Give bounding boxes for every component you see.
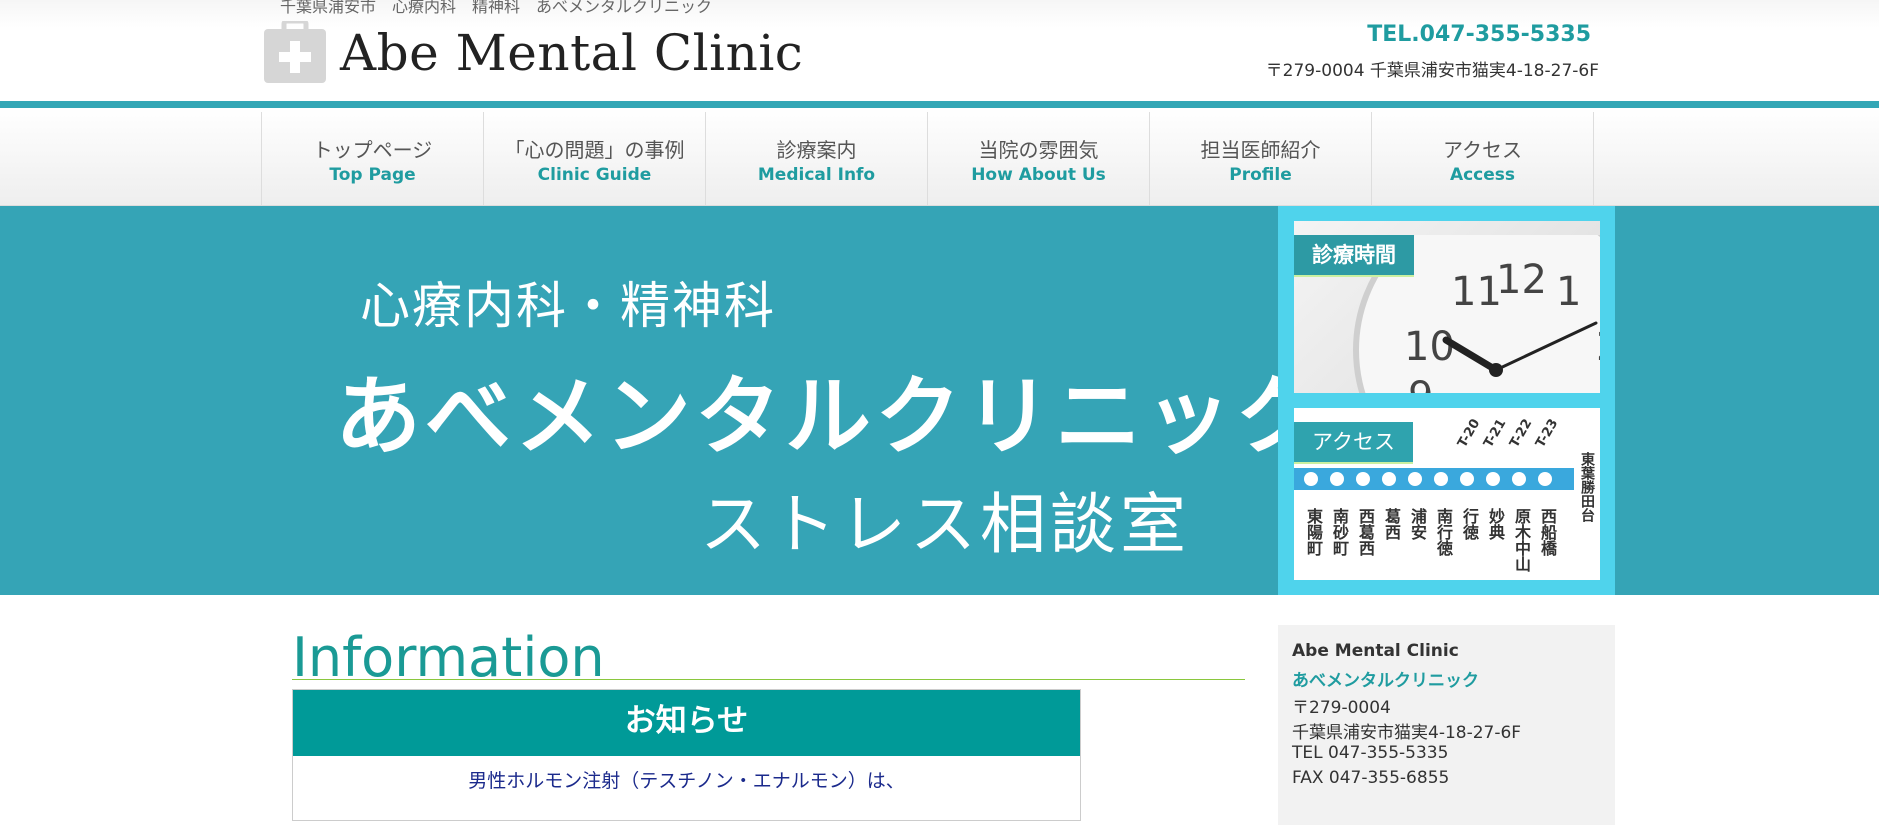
access-banner[interactable]: アクセス 東陽町 南砂町 西葛西 葛西 浦安 南行徳 行徳 妙典 原木中山 西船… [1294, 408, 1600, 580]
station-name: 西葛西 [1356, 508, 1375, 556]
svg-text:2: 2 [1596, 324, 1600, 370]
svg-text:12: 12 [1496, 257, 1547, 303]
nav-label-jp: 担当医師紹介 [1200, 138, 1321, 162]
header-divider [0, 101, 1879, 108]
nav-label-jp: トップページ [312, 138, 433, 162]
station-dot [1512, 472, 1526, 486]
medical-cross-icon [264, 21, 326, 83]
clinic-info-sidebar: Abe Mental Clinic あべメンタルクリニック 〒279-0004 … [1278, 625, 1615, 825]
notice-heading: お知らせ [293, 690, 1080, 756]
main-nav: トップページ Top Page 「心の問題」の事例 Clinic Guide 診… [0, 108, 1879, 206]
nav-label-jp: 当院の雰囲気 [978, 138, 1099, 162]
nav-label-en: Clinic Guide [537, 165, 652, 185]
station-name: 原木中山 [1512, 508, 1531, 572]
nav-item-how-about-us[interactable]: 当院の雰囲気 How About Us [928, 112, 1150, 205]
station-dot [1486, 472, 1500, 486]
station-dot [1434, 472, 1448, 486]
hours-label: 診療時間 [1294, 235, 1414, 277]
svg-text:1: 1 [1556, 269, 1581, 315]
nav-item-clinic-guide[interactable]: 「心の問題」の事例 Clinic Guide [484, 112, 706, 205]
nav-item-profile[interactable]: 担当医師紹介 Profile [1150, 112, 1372, 205]
station-name: 南砂町 [1330, 508, 1349, 556]
nav-item-medical-info[interactable]: 診療案内 Medical Info [706, 112, 928, 205]
site-logo[interactable]: Abe Mental Clinic [340, 24, 803, 82]
nav-label-en: Access [1449, 165, 1516, 185]
nav-item-top[interactable]: トップページ Top Page [262, 112, 484, 205]
station-name: 東陽町 [1304, 508, 1323, 556]
station-code: T-20 [1455, 416, 1484, 451]
hero-title: あべメンタルクリニック [335, 367, 1325, 467]
nav-item-access[interactable]: アクセス Access [1372, 112, 1594, 205]
station-dot [1538, 472, 1552, 486]
station-code: T-22 [1507, 416, 1536, 451]
station-dot [1460, 472, 1474, 486]
station-code: T-23 [1533, 416, 1562, 451]
nav-label-en: Top Page [329, 165, 416, 185]
station-code: T-21 [1481, 416, 1510, 451]
clinic-name-jp: あべメンタルクリニック [1292, 671, 1479, 691]
station-dot [1330, 472, 1344, 486]
station-name: 東葉勝田台 [1579, 452, 1595, 522]
station-name: 行徳 [1460, 508, 1479, 540]
hero-side-panel: 11 12 1 10 2 9 診療時間 アクセス 東陽町 南砂町 西葛西 葛西 … [1278, 206, 1615, 595]
station-name: 妙典 [1486, 508, 1505, 540]
nav-label-jp: 診療案内 [776, 138, 857, 162]
station-dot [1382, 472, 1396, 486]
hours-banner[interactable]: 11 12 1 10 2 9 診療時間 [1294, 221, 1600, 393]
station-name: 葛西 [1382, 508, 1401, 540]
station-dot [1408, 472, 1422, 486]
clinic-name-en: Abe Mental Clinic [1292, 641, 1459, 661]
clinic-address: 千葉県浦安市猫実4-18-27-6F [1292, 723, 1522, 743]
nav-label-en: How About Us [971, 165, 1106, 185]
station-dot [1356, 472, 1370, 486]
hero-tagline: ストレス相談室 [700, 486, 1190, 563]
clinic-fax: FAX 047-355-6855 [1292, 768, 1450, 788]
notice-box: お知らせ 男性ホルモン注射（テスチノン・エナルモン）は、 [292, 689, 1081, 821]
clinic-zip: 〒279-0004 [1292, 698, 1391, 718]
svg-text:11: 11 [1451, 269, 1502, 315]
station-name: 南行徳 [1434, 508, 1453, 556]
station-name: 浦安 [1408, 508, 1427, 540]
header-address: 〒279-0004 千葉県浦安市猫実4-18-27-6F [1265, 61, 1599, 81]
site-header: 千葉県浦安市 心療内科 精神科 あべメンタルクリニック Abe Mental C… [0, 0, 1879, 102]
header-phone[interactable]: TEL.047-355-5335 [1367, 22, 1591, 47]
station-dot [1304, 472, 1318, 486]
site-tagline: 千葉県浦安市 心療内科 精神科 あべメンタルクリニック [280, 0, 713, 16]
svg-text:10: 10 [1404, 324, 1455, 370]
nav-label-jp: 「心の問題」の事例 [504, 138, 685, 162]
heading-underline [292, 679, 1245, 680]
svg-text:9: 9 [1408, 374, 1433, 393]
clinic-phone[interactable]: TEL 047-355-5335 [1292, 743, 1448, 763]
nav-label-jp: アクセス [1443, 138, 1522, 162]
nav-label-en: Medical Info [757, 165, 876, 185]
nav-label-en: Profile [1229, 165, 1292, 185]
hero-subtitle: 心療内科・精神科 [360, 277, 776, 335]
access-label: アクセス [1294, 422, 1413, 464]
station-name: 西船橋 [1538, 508, 1557, 556]
notice-text: 男性ホルモン注射（テスチノン・エナルモン）は、 [468, 770, 905, 792]
